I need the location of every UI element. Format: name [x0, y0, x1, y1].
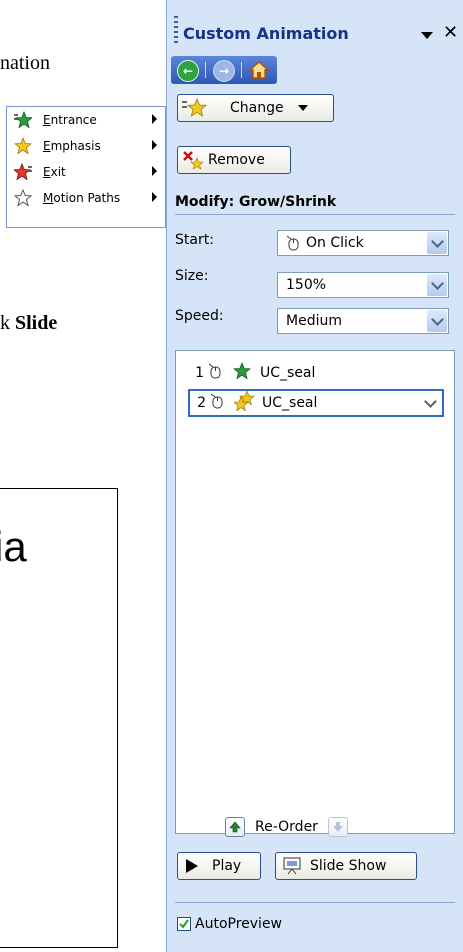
slide-text: ia	[0, 523, 27, 570]
menu-item-entrance[interactable]: Entrance	[7, 107, 165, 133]
slide-frame: ia	[0, 488, 118, 948]
change-button[interactable]: Change	[177, 94, 334, 122]
slide-show-label: Slide Show	[310, 858, 387, 874]
change-star-icon	[182, 98, 208, 118]
autopreview-label: AutoPreview	[195, 916, 283, 932]
entrance-star-icon	[13, 111, 33, 129]
close-icon[interactable]: ✕	[443, 22, 458, 43]
pane-menu-dropdown-icon[interactable]	[421, 32, 433, 39]
submenu-arrow-icon	[152, 192, 157, 202]
list-item[interactable]: 1 UC_seal	[188, 359, 463, 387]
list-item-number: 1	[195, 365, 204, 381]
speed-value: Medium	[286, 313, 342, 329]
arrow-up-icon	[229, 821, 241, 833]
exit-star-icon	[13, 163, 33, 181]
menu-item-exit[interactable]: Exit	[7, 159, 165, 185]
chevron-down-icon	[423, 394, 437, 408]
emphasis-grow-star-icon	[233, 390, 256, 415]
forward-arrow-icon[interactable]: →	[213, 60, 235, 82]
arrow-down-icon	[332, 822, 343, 832]
play-button[interactable]: Play	[177, 852, 261, 880]
list-item-name: UC_seal	[260, 365, 316, 381]
home-icon[interactable]	[247, 60, 271, 80]
menu-item-emphasis-label: Emphasis	[43, 139, 101, 153]
menu-item-entrance-label: Entrance	[43, 113, 97, 127]
play-icon	[186, 859, 198, 873]
chevron-down-icon	[430, 276, 444, 290]
remove-button[interactable]: Remove	[177, 146, 291, 174]
modify-title: Modify: Grow/Shrink	[175, 194, 337, 210]
change-dropdown-arrow-icon	[297, 105, 308, 111]
document-text-mid-prefix: k	[0, 312, 10, 334]
nav-separator	[205, 62, 206, 78]
submenu-arrow-icon	[152, 114, 157, 124]
speed-label: Speed:	[175, 308, 224, 324]
speed-dropdown-button[interactable]	[427, 310, 447, 332]
entrance-star-icon	[232, 361, 254, 384]
change-label: Change	[230, 100, 284, 116]
remove-icon	[182, 150, 204, 170]
list-item-name: UC_seal	[262, 395, 318, 411]
chevron-down-icon	[430, 312, 444, 326]
document-text-mid: k Slide	[0, 312, 57, 335]
reorder-controls: Re-Order	[225, 814, 348, 840]
pane-title-bar: Custom Animation ✕	[167, 0, 463, 60]
document-text-top: nation	[0, 52, 50, 74]
menu-item-exit-label: Exit	[43, 165, 66, 179]
slide-show-button[interactable]: Slide Show	[275, 852, 417, 880]
size-value: 150%	[286, 277, 327, 293]
back-arrow-icon[interactable]: ←	[177, 60, 199, 82]
autopreview-checkbox[interactable]	[177, 917, 191, 931]
mouse-click-icon	[208, 363, 222, 383]
size-select[interactable]: 150%	[277, 272, 449, 298]
speed-select[interactable]: Medium	[277, 308, 449, 334]
move-up-button[interactable]	[225, 817, 245, 837]
submenu-arrow-icon	[152, 166, 157, 176]
divider	[175, 214, 455, 215]
nav-separator	[241, 62, 242, 78]
start-value: On Click	[306, 235, 364, 251]
drag-grip-handle[interactable]	[174, 16, 178, 46]
start-select[interactable]: On Click	[277, 230, 449, 256]
submenu-arrow-icon	[152, 140, 157, 150]
remove-label: Remove	[208, 152, 265, 168]
list-item-selected[interactable]: 2 UC_seal	[188, 389, 444, 417]
menu-item-emphasis[interactable]: Emphasis	[7, 133, 165, 159]
start-label: Start:	[175, 232, 214, 248]
slide-show-icon	[282, 857, 302, 875]
document-text-mid-bold: Slide	[15, 312, 58, 334]
move-down-button[interactable]	[327, 817, 348, 837]
pane-nav-bar: ← →	[171, 56, 277, 84]
list-item-dropdown-button[interactable]	[420, 393, 440, 413]
add-effect-menu: Entrance Emphasis Exit Motion Paths	[6, 106, 166, 228]
reorder-label: Re-Order	[255, 819, 318, 835]
mouse-click-icon	[286, 235, 300, 251]
chevron-down-icon	[430, 234, 444, 248]
list-item-number: 2	[197, 395, 206, 411]
size-dropdown-button[interactable]	[427, 274, 447, 296]
start-dropdown-button[interactable]	[427, 232, 447, 254]
checkmark-icon	[179, 919, 189, 929]
mouse-click-icon	[210, 393, 224, 413]
divider	[175, 902, 455, 903]
menu-item-motion-paths[interactable]: Motion Paths	[7, 185, 165, 211]
pane-title: Custom Animation	[183, 24, 349, 43]
custom-animation-pane: Custom Animation ✕ ← → Change Remove Mod…	[166, 0, 463, 952]
animation-list[interactable]: 1 UC_seal 2 UC_seal	[175, 350, 455, 834]
size-label: Size:	[175, 268, 209, 284]
autopreview-toggle[interactable]: AutoPreview	[177, 916, 282, 932]
play-label: Play	[212, 858, 242, 874]
menu-item-motion-paths-label: Motion Paths	[43, 191, 121, 205]
motion-path-star-icon	[13, 189, 33, 207]
emphasis-star-icon	[13, 137, 33, 155]
